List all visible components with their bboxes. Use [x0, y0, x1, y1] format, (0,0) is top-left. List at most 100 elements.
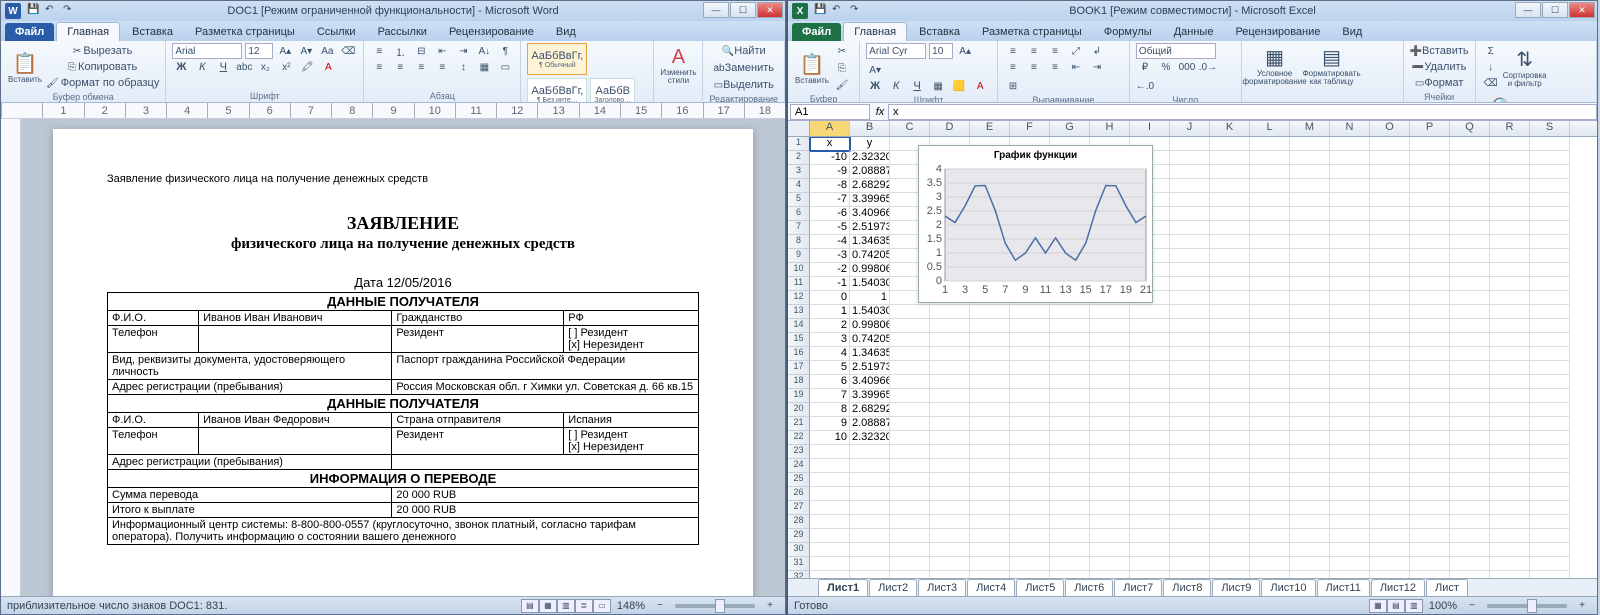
- cell[interactable]: [1290, 305, 1330, 319]
- cell[interactable]: [1210, 347, 1250, 361]
- cell[interactable]: [810, 557, 850, 571]
- column-headers[interactable]: ABCDEFGHIJKLMNOPQRS: [788, 121, 1597, 137]
- cell[interactable]: [1410, 501, 1450, 515]
- cell[interactable]: [850, 557, 890, 571]
- cell[interactable]: [1210, 235, 1250, 249]
- borders-icon[interactable]: ▦: [929, 78, 947, 94]
- cell[interactable]: [1250, 347, 1290, 361]
- cell[interactable]: [1090, 389, 1130, 403]
- cell[interactable]: [1290, 557, 1330, 571]
- cell[interactable]: [1170, 221, 1210, 235]
- cell[interactable]: [1170, 305, 1210, 319]
- cell[interactable]: [1290, 235, 1330, 249]
- cell[interactable]: [1210, 417, 1250, 431]
- cell[interactable]: [1370, 179, 1410, 193]
- outdent-icon[interactable]: ⇤: [1067, 59, 1085, 75]
- word-ruler[interactable]: 123456789101112131415161718: [1, 103, 785, 119]
- cell[interactable]: [930, 431, 970, 445]
- save-icon[interactable]: 💾: [27, 4, 41, 18]
- cell[interactable]: [1530, 319, 1570, 333]
- cell[interactable]: [1530, 557, 1570, 571]
- cell[interactable]: [1450, 417, 1490, 431]
- cell[interactable]: [1490, 151, 1530, 165]
- cell[interactable]: [970, 431, 1010, 445]
- cell[interactable]: [1490, 347, 1530, 361]
- sheet-tab[interactable]: Лист1: [818, 579, 868, 596]
- sort-filter-button[interactable]: ⇅Сортировка и фильтр: [1503, 45, 1547, 89]
- cell[interactable]: [1170, 543, 1210, 557]
- select-all-corner[interactable]: [788, 121, 810, 136]
- col-header[interactable]: C: [890, 121, 930, 136]
- tab-Рецензирование[interactable]: Рецензирование: [439, 23, 544, 41]
- cell[interactable]: [1170, 487, 1210, 501]
- cell[interactable]: [1450, 151, 1490, 165]
- cell[interactable]: [1010, 375, 1050, 389]
- row-header[interactable]: 14: [788, 319, 810, 333]
- cell[interactable]: [1130, 361, 1170, 375]
- cell[interactable]: [1370, 235, 1410, 249]
- cell[interactable]: 2.51973: [850, 221, 890, 235]
- cell[interactable]: [930, 361, 970, 375]
- cell[interactable]: [1210, 333, 1250, 347]
- cell[interactable]: [1290, 333, 1330, 347]
- cell[interactable]: [1250, 249, 1290, 263]
- cell[interactable]: [1330, 347, 1370, 361]
- cell[interactable]: [1370, 459, 1410, 473]
- cell[interactable]: [1490, 305, 1530, 319]
- cell[interactable]: [890, 319, 930, 333]
- cell[interactable]: [970, 347, 1010, 361]
- cell[interactable]: x: [810, 137, 850, 151]
- cell[interactable]: [1010, 417, 1050, 431]
- cell[interactable]: [1290, 571, 1330, 578]
- cell[interactable]: [850, 473, 890, 487]
- cell[interactable]: [1010, 431, 1050, 445]
- cell[interactable]: [1050, 445, 1090, 459]
- cell[interactable]: 0.998067: [850, 319, 890, 333]
- cell[interactable]: [1370, 571, 1410, 578]
- cell[interactable]: [930, 403, 970, 417]
- cell[interactable]: [1010, 333, 1050, 347]
- top-align-icon[interactable]: ≡: [1004, 43, 1022, 59]
- cell[interactable]: [930, 487, 970, 501]
- cell[interactable]: -4: [810, 235, 850, 249]
- cell[interactable]: [1050, 473, 1090, 487]
- cell[interactable]: [970, 473, 1010, 487]
- sheet-tab[interactable]: Лист5: [1016, 579, 1064, 596]
- cell[interactable]: [1250, 487, 1290, 501]
- cell[interactable]: [890, 347, 930, 361]
- cell[interactable]: [1410, 361, 1450, 375]
- cell[interactable]: [1210, 501, 1250, 515]
- cell[interactable]: [890, 417, 930, 431]
- cell[interactable]: [970, 543, 1010, 557]
- cell[interactable]: [1290, 151, 1330, 165]
- cell[interactable]: [1170, 501, 1210, 515]
- cell[interactable]: [890, 501, 930, 515]
- cell[interactable]: [1330, 137, 1370, 151]
- cell[interactable]: [1490, 249, 1530, 263]
- cell[interactable]: 0.998067: [850, 263, 890, 277]
- cell[interactable]: [890, 529, 930, 543]
- cell[interactable]: [970, 403, 1010, 417]
- cell[interactable]: [1250, 319, 1290, 333]
- cell[interactable]: [1530, 249, 1570, 263]
- word-zoom-slider[interactable]: [675, 604, 755, 608]
- underline-icon[interactable]: Ч: [908, 78, 926, 94]
- cell[interactable]: [1330, 515, 1370, 529]
- cell[interactable]: [1250, 557, 1290, 571]
- cell[interactable]: [1170, 361, 1210, 375]
- cell[interactable]: [1330, 529, 1370, 543]
- align-right-icon[interactable]: ≡: [1046, 59, 1064, 75]
- row-header[interactable]: 27: [788, 501, 810, 515]
- row-header[interactable]: 22: [788, 431, 810, 445]
- style-tile[interactable]: АаБбВвГг,¶ Без инте…: [527, 78, 587, 103]
- cell[interactable]: [1490, 235, 1530, 249]
- cell[interactable]: [1530, 403, 1570, 417]
- zoom-in-icon[interactable]: +: [1573, 598, 1591, 614]
- row-header[interactable]: 7: [788, 221, 810, 235]
- cell[interactable]: [1490, 319, 1530, 333]
- cell[interactable]: [1210, 361, 1250, 375]
- dec-decimal-icon[interactable]: ←.0: [1136, 78, 1154, 94]
- find-button[interactable]: 🔍 Найти: [709, 43, 778, 59]
- cell[interactable]: [1170, 165, 1210, 179]
- cell[interactable]: [1410, 487, 1450, 501]
